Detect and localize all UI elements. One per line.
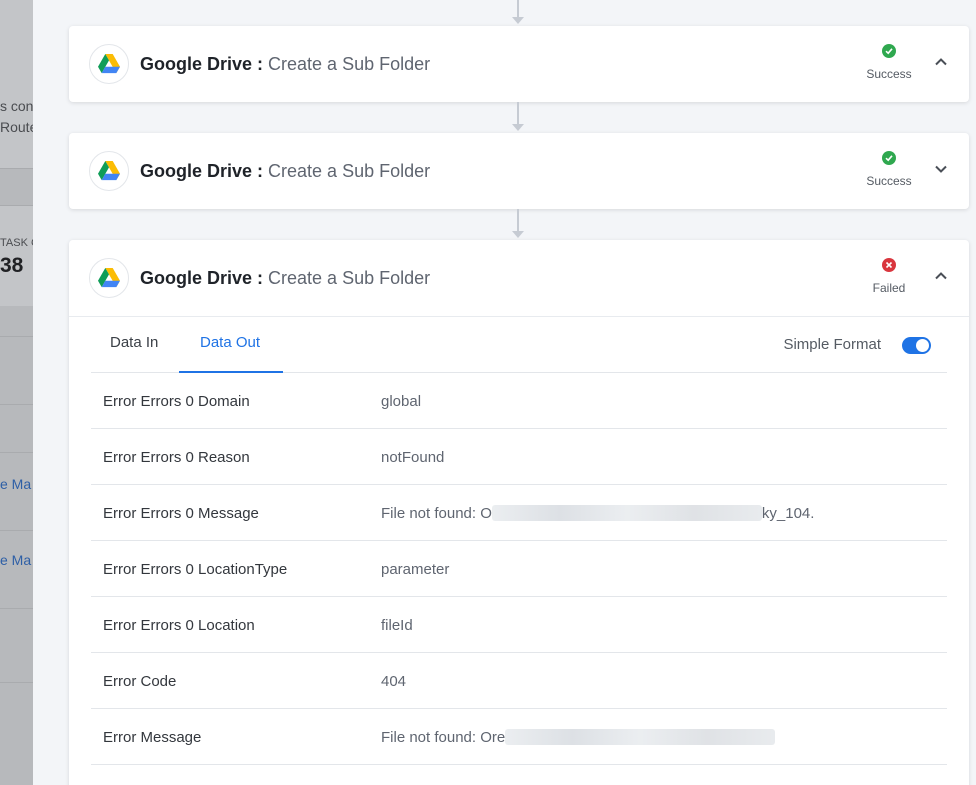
step-connector <box>512 0 524 24</box>
step-separator: : <box>252 54 269 74</box>
step-app-name: Google Drive <box>140 161 253 181</box>
google-drive-icon <box>89 44 129 84</box>
step-title: Google Drive : Create a Sub Folder <box>140 268 430 289</box>
row-value: global <box>381 393 422 410</box>
step-card: Google Drive : Create a Sub Folder Succe… <box>69 133 969 209</box>
row-value-prefix: File not found: Ore <box>381 729 506 746</box>
row-key: Error Message <box>103 729 202 746</box>
row-key: Error Code <box>103 673 177 690</box>
table-row: Error Errors 0 Location fileId <box>91 597 947 653</box>
chevron-up-icon[interactable] <box>933 54 949 70</box>
check-circle-icon <box>882 151 896 165</box>
row-key: Error Errors 0 Location <box>103 617 255 634</box>
x-circle-icon <box>882 258 896 272</box>
background-link: e Ma <box>0 552 32 568</box>
step-header[interactable]: Google Drive : Create a Sub Folder Faile… <box>69 240 969 316</box>
table-row: Error Errors 0 Reason notFound <box>91 429 947 485</box>
step-action-name: Create a Sub Folder <box>268 161 431 181</box>
data-tabs: Data In Data Out Simple Format <box>91 317 947 373</box>
step-app-name: Google Drive <box>140 268 253 288</box>
check-circle-icon <box>882 44 896 58</box>
row-key: Error Errors 0 Domain <box>103 393 250 410</box>
table-row: Error Errors 0 Domain global <box>91 373 947 429</box>
step-action-name: Create a Sub Folder <box>268 54 431 74</box>
status-text: Failed <box>872 281 906 295</box>
simple-format-label: Simple Format <box>783 336 881 353</box>
background-link: e Ma <box>0 476 32 492</box>
background-task-count: 38 <box>0 254 24 277</box>
table-row: Error Message File not found: Ore <box>91 709 947 765</box>
row-key: Error Errors 0 Message <box>103 505 259 522</box>
background-text: Route <box>0 119 38 135</box>
step-header[interactable]: Google Drive : Create a Sub Folder Succe… <box>69 26 969 102</box>
row-value: notFound <box>381 449 445 466</box>
google-drive-icon <box>89 258 129 298</box>
row-value-suffix: ky_104. <box>761 505 815 522</box>
step-card: Google Drive : Create a Sub Folder Faile… <box>69 240 969 785</box>
row-key: Error Errors 0 LocationType <box>103 561 288 578</box>
row-value: 404 <box>381 673 407 690</box>
table-row: Error Errors 0 LocationType parameter <box>91 541 947 597</box>
redacted-text <box>491 505 762 521</box>
status-badge: Success <box>859 151 919 188</box>
row-value: fileId <box>381 617 413 634</box>
task-history-drawer: Google Drive : Create a Sub Folder Succe… <box>33 0 976 785</box>
chevron-down-icon[interactable] <box>933 161 949 177</box>
google-drive-icon <box>89 151 129 191</box>
step-title: Google Drive : Create a Sub Folder <box>140 161 430 182</box>
status-text: Success <box>866 67 912 81</box>
step-separator: : <box>252 161 269 181</box>
step-action-name: Create a Sub Folder <box>268 268 431 288</box>
step-title: Google Drive : Create a Sub Folder <box>140 54 430 75</box>
step-separator: : <box>252 268 269 288</box>
row-value: parameter <box>381 561 450 578</box>
step-body: Data In Data Out Simple Format Error Err… <box>69 316 969 765</box>
table-row: Error Errors 0 Message File not found: O… <box>91 485 947 541</box>
background-text: s con <box>0 98 34 114</box>
status-badge: Success <box>859 44 919 81</box>
step-card: Google Drive : Create a Sub Folder Succe… <box>69 26 969 102</box>
redacted-text <box>505 729 776 745</box>
step-connector <box>512 209 524 238</box>
tab-data-out[interactable]: Data Out <box>200 334 260 351</box>
row-value: File not found: O ky_104. <box>381 505 814 522</box>
chevron-up-icon[interactable] <box>933 268 949 284</box>
step-connector <box>512 102 524 131</box>
simple-format-toggle[interactable] <box>902 337 931 354</box>
tab-data-in[interactable]: Data In <box>110 334 158 351</box>
status-text: Success <box>866 174 912 188</box>
row-value: File not found: Ore <box>381 729 776 746</box>
step-app-name: Google Drive <box>140 54 253 74</box>
step-header[interactable]: Google Drive : Create a Sub Folder Succe… <box>69 133 969 209</box>
row-value-prefix: File not found: O <box>381 505 492 522</box>
table-row: Error Code 404 <box>91 653 947 709</box>
status-badge: Failed <box>859 258 919 295</box>
row-key: Error Errors 0 Reason <box>103 449 250 466</box>
